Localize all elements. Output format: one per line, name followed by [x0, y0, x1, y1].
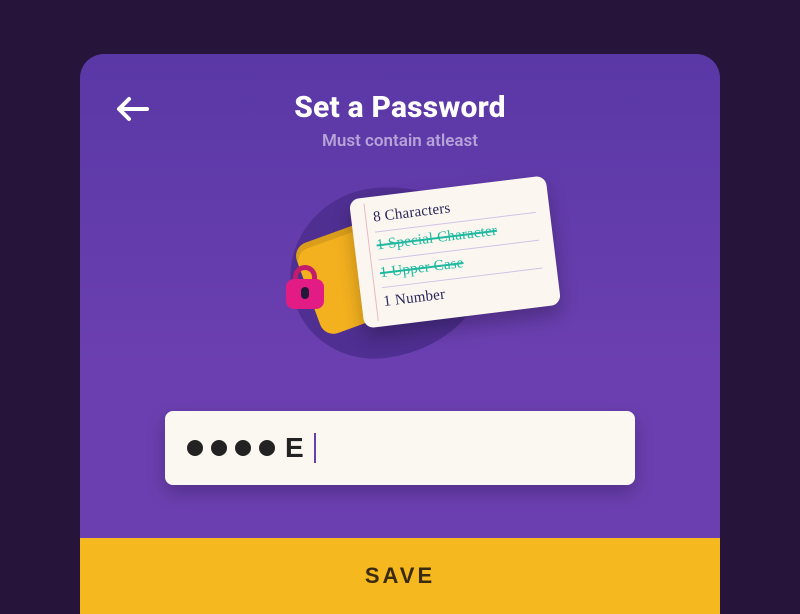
password-card: Set a Password Must contain atleast 8 Ch… — [80, 54, 720, 614]
save-button[interactable]: SAVE — [80, 538, 720, 614]
requirements-card: 8 Characters 1 Special Character 1 Upper… — [349, 175, 561, 328]
illustration: 8 Characters 1 Special Character 1 Upper… — [80, 167, 720, 387]
back-button[interactable] — [116, 96, 150, 122]
text-caret — [314, 433, 316, 463]
mask-dot — [235, 440, 251, 456]
header: Set a Password Must contain atleast — [80, 54, 720, 151]
page-title: Set a Password — [80, 90, 720, 125]
lock-icon — [286, 265, 324, 309]
typed-char: E — [285, 432, 304, 464]
password-input[interactable]: E — [165, 411, 635, 485]
page-subtitle: Must contain atleast — [80, 131, 720, 151]
mask-dot — [187, 440, 203, 456]
password-display: E — [187, 432, 316, 464]
mask-dot — [211, 440, 227, 456]
arrow-left-icon — [116, 96, 150, 122]
mask-dot — [259, 440, 275, 456]
